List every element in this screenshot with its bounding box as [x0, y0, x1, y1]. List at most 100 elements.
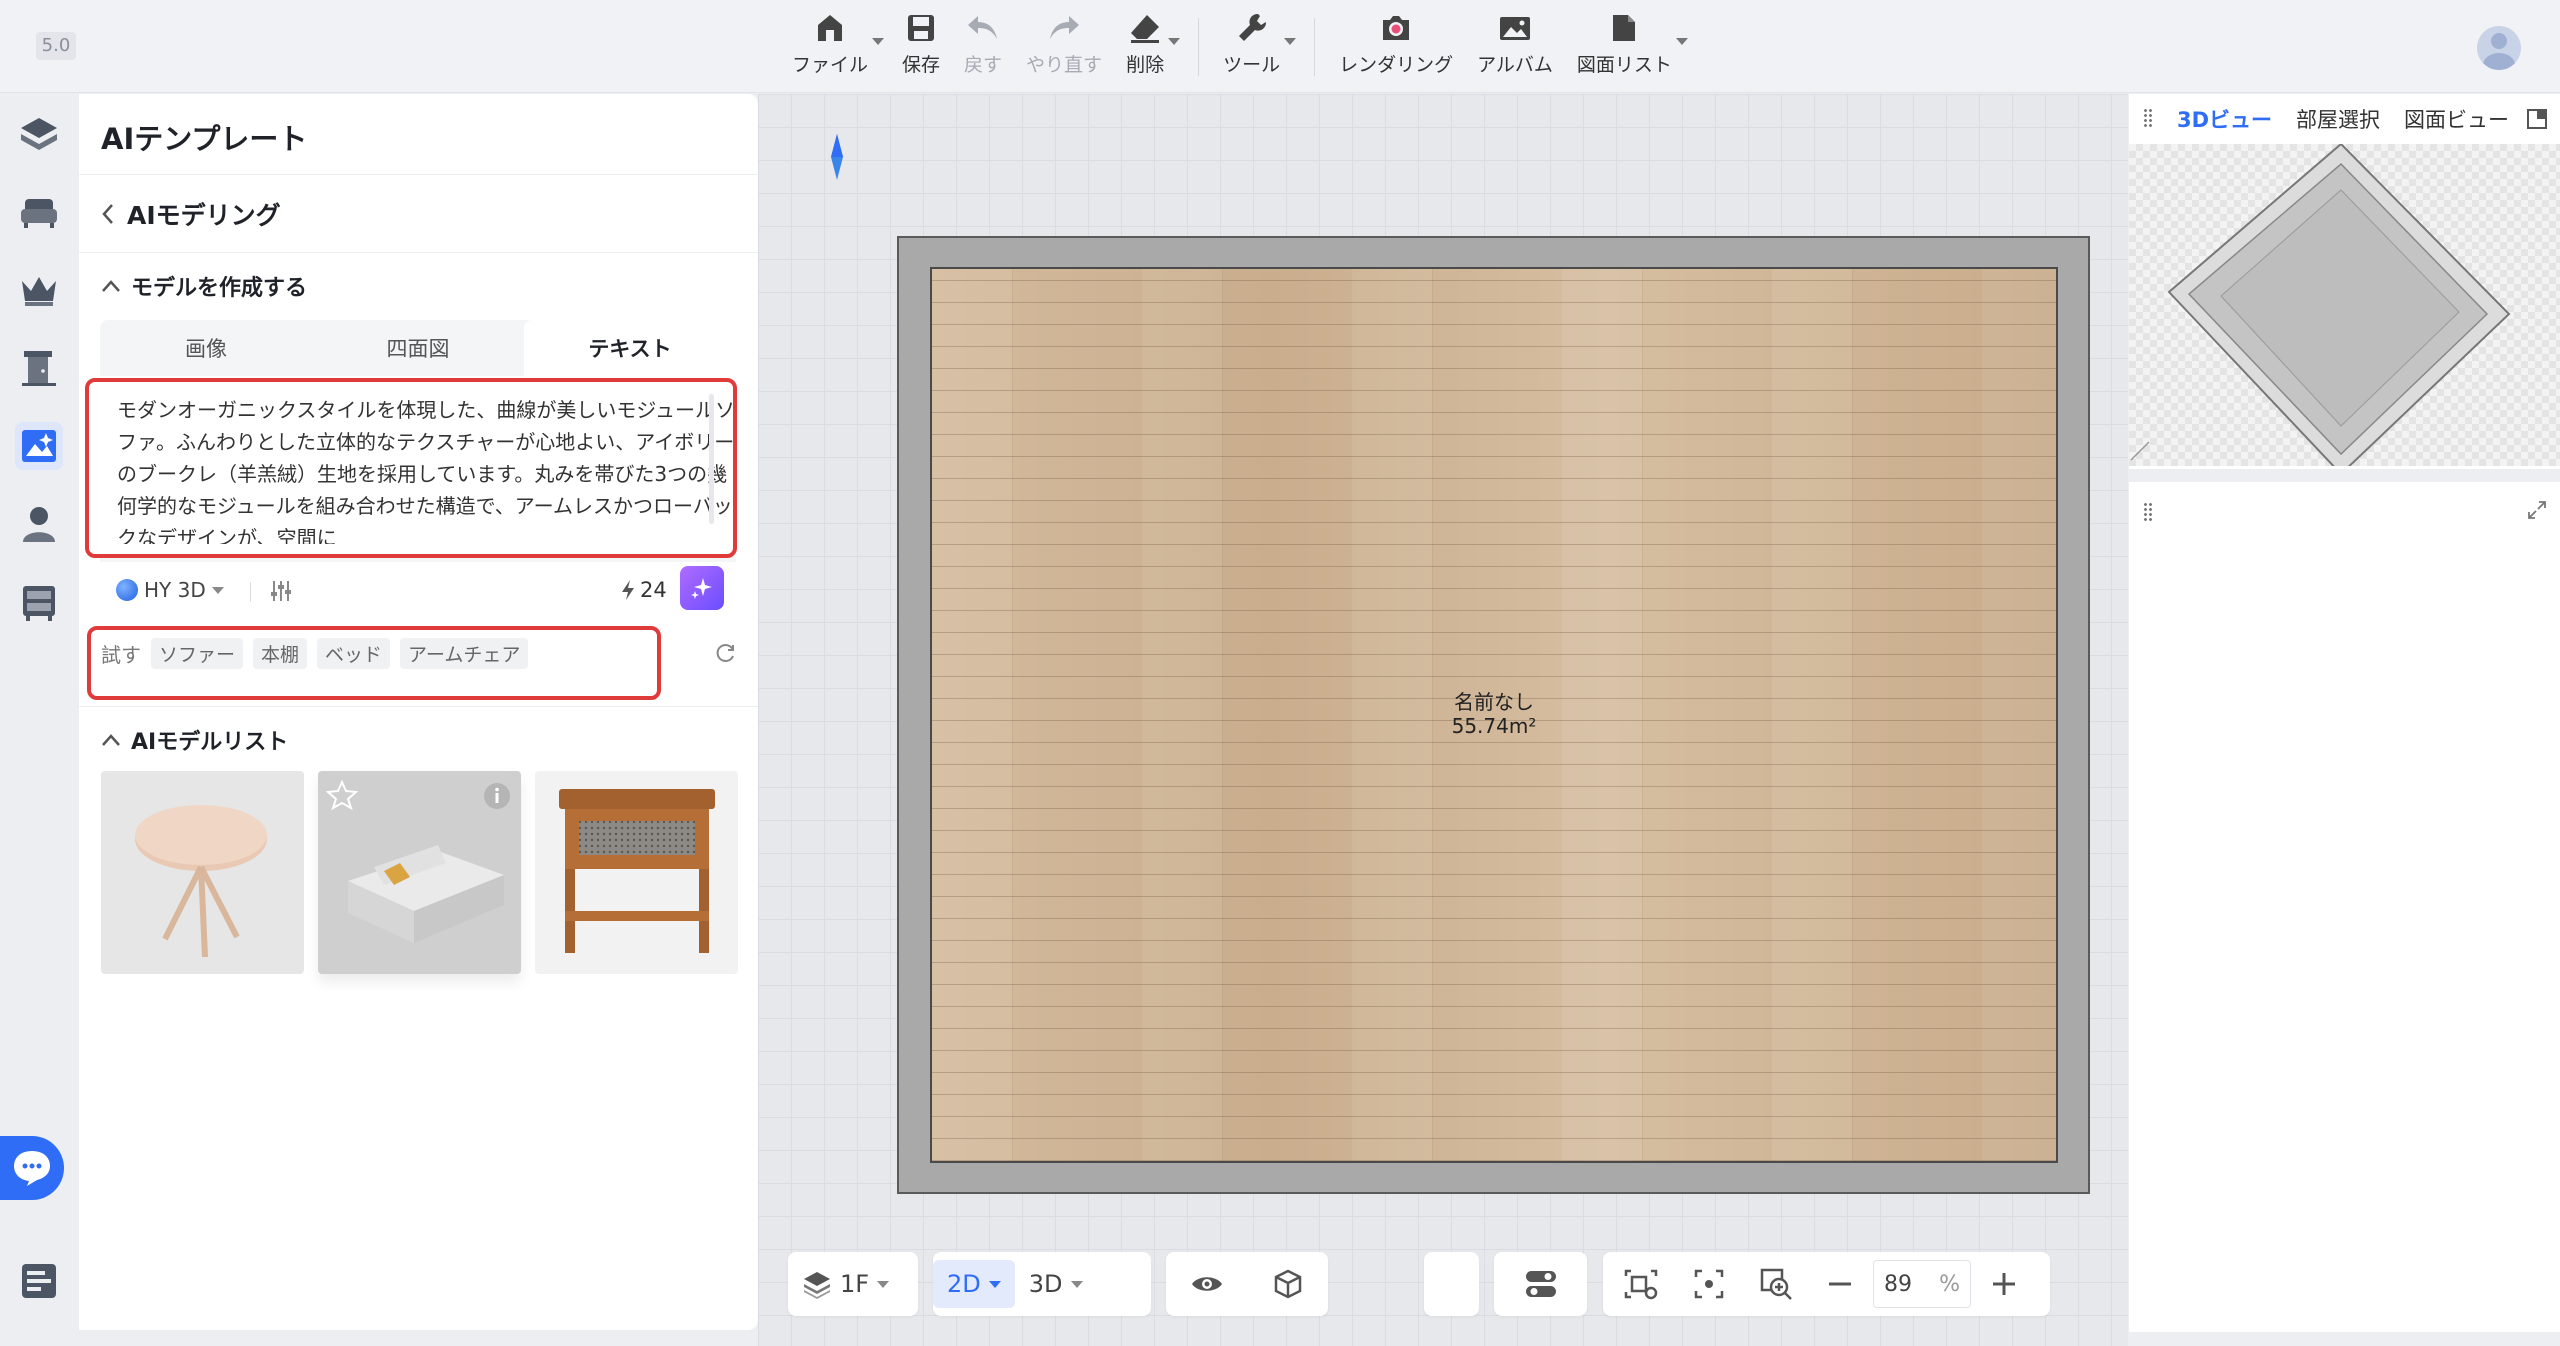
tab-3d-view[interactable]: 3Dビュー [2165, 104, 2285, 134]
globe-icon [116, 579, 138, 601]
divider [79, 252, 758, 253]
view-2d-button[interactable]: 2D [933, 1260, 1015, 1308]
fit-view-button[interactable] [1679, 1260, 1739, 1308]
sofa-icon[interactable] [15, 189, 63, 237]
settings-sliders-icon[interactable] [268, 578, 294, 608]
window-icon[interactable] [2526, 108, 2548, 130]
user-avatar[interactable] [2477, 26, 2521, 70]
floor-selector[interactable]: 1F [788, 1252, 918, 1316]
redo-icon [1046, 10, 1082, 46]
file-button[interactable]: ファイル [780, 10, 885, 77]
drag-handle-icon[interactable] [2143, 502, 2153, 522]
cabinet-icon[interactable] [15, 579, 63, 627]
camera-icon [1378, 10, 1414, 46]
chevron-down-icon [877, 1280, 890, 1288]
ai-template-panel: AIテンプレート AIモデリング モデルを作成する 画像 四面図 テキスト モダ… [79, 94, 758, 1330]
eye-icon [1192, 1277, 1222, 1291]
toggle-settings-button[interactable] [1494, 1252, 1587, 1316]
properties-panel [2129, 482, 2560, 1332]
tool-group: ファイル 保存 戻す やり直す 削除 ツール レンダリング アルバム 図面リスト [780, 10, 1688, 86]
nightstand-image [559, 789, 715, 953]
model-thumbnail-sofa[interactable] [318, 771, 521, 974]
focus-frame-icon [1694, 1269, 1724, 1299]
version-badge: 5.0 [36, 32, 76, 60]
chevron-down-icon [1168, 38, 1181, 45]
round-table-image [135, 805, 267, 958]
prompt-highlight-box [85, 378, 737, 558]
divider [250, 582, 251, 602]
left-rail [0, 94, 78, 1346]
view-3d-button[interactable]: 3D [1015, 1260, 1097, 1308]
tab-image[interactable]: 画像 [100, 320, 312, 376]
undo-button[interactable]: 戻す [952, 10, 1014, 77]
ai-model-list [101, 677, 738, 974]
view-settings-button[interactable] [1609, 1260, 1673, 1308]
room-area: 55.74m² [1451, 714, 1537, 738]
templates-icon[interactable] [15, 110, 63, 158]
3d-preview[interactable] [2129, 144, 2560, 466]
tab-drawing-view[interactable]: 図面ビュー [2392, 104, 2521, 134]
box-view-button[interactable] [1258, 1260, 1318, 1308]
door-icon[interactable] [15, 344, 63, 392]
delete-button[interactable]: 削除 [1114, 10, 1181, 77]
minus-icon [1829, 1282, 1851, 1286]
tab-room-select[interactable]: 部屋選択 [2284, 104, 2392, 134]
blank-tool-button[interactable] [1424, 1252, 1479, 1316]
model-selector[interactable]: HY 3D [116, 578, 224, 602]
tools-button[interactable]: ツール [1211, 10, 1297, 77]
compass-icon[interactable] [830, 132, 844, 186]
view-mode-toggle: 2D 3D [933, 1252, 1151, 1316]
model-thumbnail-round-table[interactable] [101, 771, 304, 974]
expand-icon[interactable] [2527, 500, 2547, 520]
model-thumbnail-nightstand[interactable] [535, 771, 738, 974]
layers-icon [804, 1272, 830, 1299]
chat-button[interactable] [0, 1136, 64, 1200]
info-icon[interactable] [482, 781, 512, 811]
sparkle-icon [691, 578, 712, 599]
cube-icon [1274, 1269, 1302, 1299]
crown-icon[interactable] [15, 266, 63, 314]
drawing-list-button[interactable]: 図面リスト [1565, 10, 1688, 77]
visibility-button[interactable] [1176, 1260, 1238, 1308]
plus-icon [1993, 1273, 2015, 1295]
back-button[interactable]: AIモデリング [101, 196, 281, 232]
floor-dropdown[interactable]: 1F [788, 1260, 903, 1308]
zoom-in-button[interactable] [1977, 1260, 2031, 1308]
tab-four-views[interactable]: 四面図 [312, 320, 524, 376]
save-button[interactable]: 保存 [890, 10, 952, 77]
star-icon[interactable] [326, 779, 358, 811]
refresh-icon[interactable] [715, 642, 737, 668]
view-tabs: 3Dビュー 部屋選択 図面ビュー [2129, 94, 2560, 144]
chevron-left-icon [102, 204, 113, 224]
save-icon [903, 10, 939, 46]
zoom-input[interactable]: 89 % [1873, 1260, 1971, 1308]
credits-count: 24 [620, 578, 667, 602]
create-model-section-toggle[interactable]: モデルを作成する [101, 270, 307, 302]
picture-icon [1497, 10, 1533, 46]
document-icon [1606, 10, 1642, 46]
room-name: 名前なし [1454, 690, 1534, 714]
chevron-down-icon [872, 38, 885, 45]
zoom-out-button[interactable] [1813, 1260, 1867, 1308]
toggle-switches-icon [1525, 1271, 1556, 1297]
ai-modeling-icon[interactable] [15, 422, 63, 470]
layout-icon[interactable] [17, 1259, 61, 1303]
render-button[interactable]: レンダリング [1327, 10, 1465, 77]
tab-text[interactable]: テキスト [524, 320, 736, 376]
chevron-down-icon [1675, 38, 1688, 45]
redo-button[interactable]: やり直す [1014, 10, 1114, 77]
toolbar-divider [1314, 18, 1316, 76]
zoom-area-button[interactable] [1745, 1260, 1807, 1308]
top-toolbar: 5.0 ファイル 保存 戻す やり直す 削除 ツール レンダリング アルバム 図… [0, 0, 2560, 93]
chevron-down-icon [1070, 1280, 1083, 1288]
zoom-group: 89 % [1603, 1252, 2050, 1316]
generate-button[interactable] [680, 566, 724, 610]
album-button[interactable]: アルバム [1465, 10, 1565, 77]
user-icon[interactable] [15, 500, 63, 548]
chevron-down-icon [211, 586, 224, 594]
room-3d-render [2130, 144, 2511, 466]
home-file-icon [812, 10, 848, 46]
eraser-icon [1127, 10, 1163, 46]
drag-handle-icon[interactable] [2143, 108, 2153, 128]
room-label[interactable]: 名前なし 55.74m² [1404, 690, 1584, 738]
